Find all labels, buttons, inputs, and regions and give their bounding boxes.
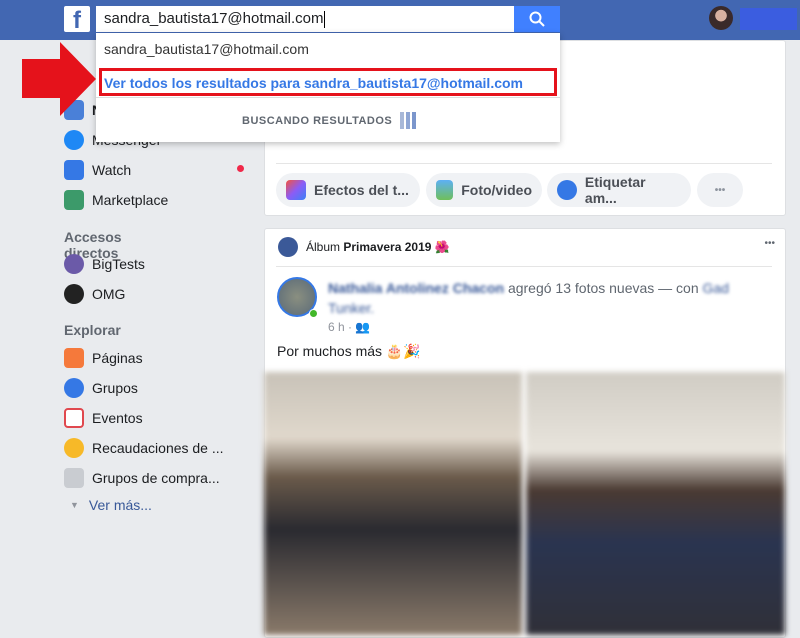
omg-icon <box>64 284 84 304</box>
divider <box>96 97 560 98</box>
explore-pages[interactable]: Páginas <box>64 348 143 368</box>
post-header-text: Nathalia Antolinez Chacon agregó 13 foto… <box>328 278 758 318</box>
album-icon <box>278 237 298 257</box>
groups-icon <box>64 378 84 398</box>
divider <box>276 163 772 164</box>
search-icon <box>529 11 545 27</box>
album-prefix: Álbum <box>306 240 344 254</box>
label: Grupos <box>92 380 138 396</box>
sidebar-item-watch[interactable]: Watch <box>64 160 131 180</box>
calendar-icon <box>64 408 84 428</box>
suggestion-item[interactable]: sandra_bautista17@hotmail.com <box>104 41 309 57</box>
label: OMG <box>92 286 126 302</box>
post-time[interactable]: 6 h · 👥 <box>328 320 370 334</box>
watch-icon <box>64 160 84 180</box>
divider <box>276 266 772 267</box>
label: Ver más... <box>88 497 152 513</box>
sidebar-item-marketplace[interactable]: Marketplace <box>64 190 168 210</box>
effects-button[interactable]: Efectos del t... <box>276 173 420 207</box>
post-action: agregó 13 fotos nuevas — con <box>504 280 703 296</box>
label: Watch <box>92 162 132 178</box>
messenger-icon <box>64 130 84 150</box>
profile-avatar[interactable] <box>709 6 733 30</box>
more-options-button[interactable]: ••• <box>697 173 743 207</box>
label: Grupos de compra... <box>92 470 220 486</box>
explore-groups[interactable]: Grupos <box>64 378 138 398</box>
friends-audience-icon: 👥 <box>355 320 371 334</box>
shortcut-bigtests[interactable]: BigTests <box>64 254 145 274</box>
flag-icon <box>64 348 84 368</box>
chevron-down-icon: ▼ <box>70 500 79 510</box>
search-input[interactable]: sandra_bautista17@hotmail.com <box>96 6 514 32</box>
post-photo-1[interactable] <box>264 372 522 635</box>
heart-icon <box>64 438 84 458</box>
profile-name-redacted[interactable] <box>740 8 797 30</box>
flower-emoji: 🌺 <box>434 240 450 254</box>
watch-notification-dot <box>237 165 244 172</box>
time: 6 h · <box>328 320 356 334</box>
label: Recaudaciones de ... <box>92 440 224 456</box>
effects-icon <box>286 180 306 200</box>
author-name[interactable]: Nathalia Antolinez Chacon <box>328 280 504 296</box>
see-all-results-link[interactable]: Ver todos los resultados para sandra_bau… <box>104 75 523 91</box>
search-value: sandra_bautista17@hotmail.com <box>104 10 324 27</box>
explore-buy-sell-groups[interactable]: Grupos de compra... <box>64 468 220 488</box>
explore-events[interactable]: Eventos <box>64 408 143 428</box>
text-caret <box>323 10 325 28</box>
explore-fundraisers[interactable]: Recaudaciones de ... <box>64 438 224 458</box>
see-more-link[interactable]: ▼ Ver más... <box>70 497 152 513</box>
post-text: Por muchos más 🎂🎉 <box>277 343 421 359</box>
loading-icon <box>400 112 416 129</box>
label: Efectos del t... <box>314 182 409 198</box>
bigtests-icon <box>64 254 84 274</box>
post-options-button[interactable]: ••• <box>764 238 775 249</box>
photo-icon <box>436 180 454 200</box>
shortcut-omg[interactable]: OMG <box>64 284 125 304</box>
search-suggestions: sandra_bautista17@hotmail.com Ver todos … <box>96 33 560 142</box>
label: Eventos <box>92 410 143 426</box>
album-title[interactable]: Álbum Primavera 2019 🌺 <box>306 240 450 254</box>
facebook-logo[interactable]: f <box>64 6 90 32</box>
tag-icon <box>64 468 84 488</box>
search-button[interactable] <box>514 6 560 32</box>
label: BigTests <box>92 256 145 272</box>
tag-friends-button[interactable]: Etiquetar am... <box>547 173 691 207</box>
label: Foto/video <box>461 182 532 198</box>
label: Páginas <box>92 350 143 366</box>
marketplace-icon <box>64 190 84 210</box>
label: Marketplace <box>92 192 169 208</box>
red-arrow-annotation <box>22 42 96 116</box>
post-photo-2[interactable] <box>526 372 785 635</box>
album-name: Primavera 2019 <box>343 240 432 254</box>
photo-video-button[interactable]: Foto/video <box>426 173 542 207</box>
tag-friends-icon <box>557 180 577 200</box>
searching-status: BUSCANDO RESULTADOS <box>242 115 393 127</box>
online-indicator <box>309 309 318 318</box>
label: Etiquetar am... <box>584 174 646 206</box>
explore-heading: Explorar <box>64 322 121 338</box>
